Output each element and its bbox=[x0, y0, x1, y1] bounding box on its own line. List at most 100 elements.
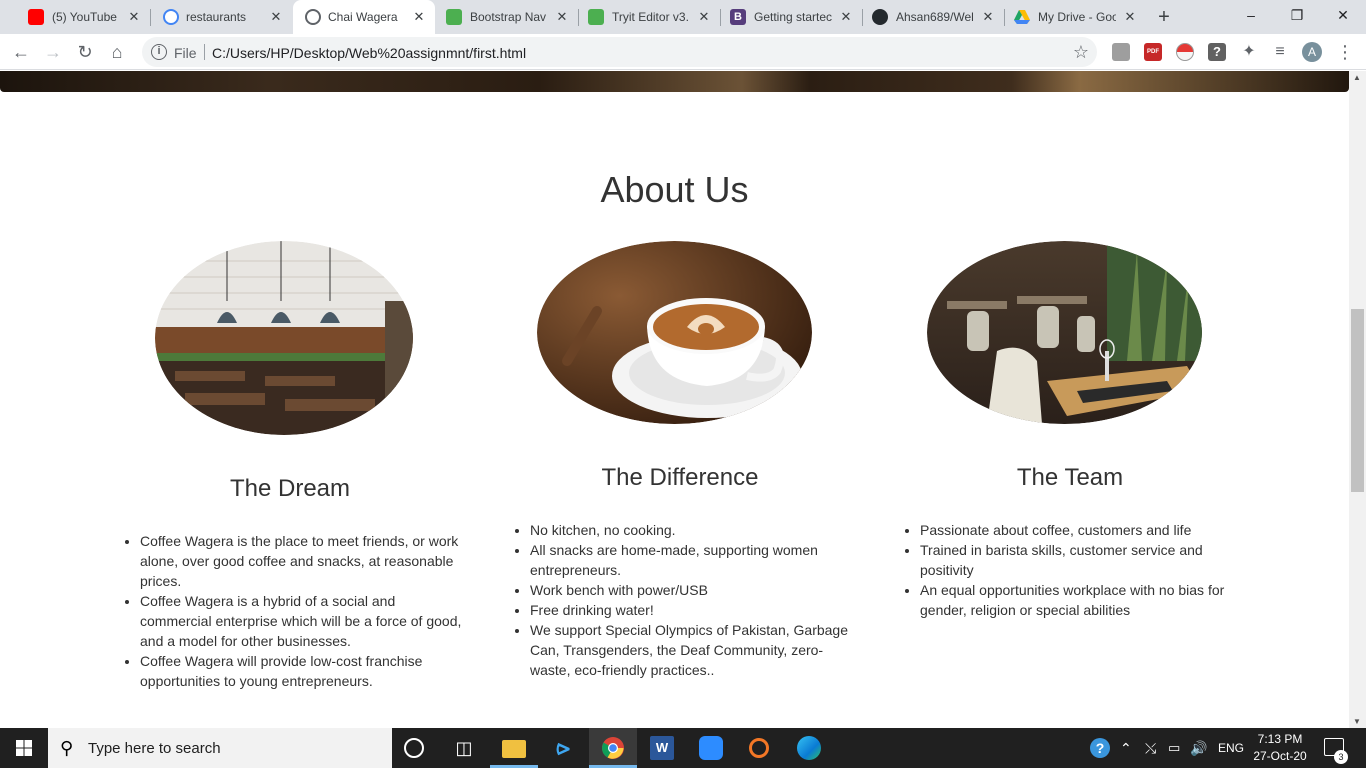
start-button[interactable] bbox=[0, 728, 48, 768]
list-item: Passionate about coffee, customers and l… bbox=[920, 520, 1250, 540]
bookmark-star-icon[interactable]: ☆ bbox=[1073, 42, 1089, 63]
word-icon[interactable]: W bbox=[650, 736, 674, 760]
show-hidden-icons-chevron-icon[interactable]: ⌃ bbox=[1120, 728, 1132, 768]
tab-title: Tryit Editor v3. bbox=[612, 10, 688, 24]
back-button[interactable]: ← bbox=[10, 41, 32, 63]
battery-icon[interactable]: ▭ bbox=[1168, 728, 1180, 768]
tab-chai-wagera[interactable]: Chai Wagera ✕ bbox=[293, 0, 435, 34]
media-queue-icon[interactable]: ≡ bbox=[1271, 43, 1289, 61]
address-divider bbox=[204, 44, 205, 60]
close-tab-icon[interactable]: ✕ bbox=[126, 9, 142, 25]
clock-date: 27-Oct-20 bbox=[1253, 749, 1307, 763]
jupyter-icon[interactable] bbox=[749, 738, 769, 758]
tab-youtube[interactable]: (5) YouTube ✕ bbox=[8, 0, 150, 34]
home-button[interactable]: ⌂ bbox=[106, 41, 128, 63]
zoom-icon[interactable] bbox=[699, 736, 723, 760]
browser-toolbar: ← → ↻ ⌂ i File C:/Users/HP/Desktop/Web%2… bbox=[0, 34, 1366, 70]
search-placeholder: Type here to search bbox=[88, 740, 221, 757]
file-scheme-label: File bbox=[174, 45, 197, 61]
tab-bootstrap-nav[interactable]: Bootstrap Nav ✕ bbox=[436, 0, 578, 34]
difference-list: No kitchen, no cooking. All snacks are h… bbox=[500, 520, 860, 680]
scroll-up-arrow-icon[interactable]: ▲ bbox=[1353, 73, 1361, 82]
url-text[interactable]: C:/Users/HP/Desktop/Web%20assignmnt/firs… bbox=[212, 45, 526, 61]
close-tab-icon[interactable]: ✕ bbox=[554, 9, 570, 25]
list-item: An equal opportunities workplace with no… bbox=[920, 580, 1250, 620]
reload-button[interactable]: ↻ bbox=[74, 41, 96, 63]
cafe-tables-photo bbox=[927, 241, 1202, 424]
info-icon[interactable]: i bbox=[151, 44, 167, 60]
github-icon bbox=[872, 9, 888, 25]
extensions-puzzle-icon[interactable]: ✦ bbox=[1240, 43, 1258, 61]
profile-avatar[interactable]: A bbox=[1302, 42, 1322, 62]
list-item: Coffee Wagera is a hybrid of a social an… bbox=[140, 591, 470, 651]
close-tab-icon[interactable]: ✕ bbox=[268, 9, 284, 25]
team-list: Passionate about coffee, customers and l… bbox=[890, 520, 1250, 620]
list-item: Coffee Wagera will provide low-cost fran… bbox=[140, 651, 470, 691]
tab-tryit-editor[interactable]: Tryit Editor v3. ✕ bbox=[578, 0, 720, 34]
list-item: We support Special Olympics of Pakistan,… bbox=[530, 620, 860, 680]
dream-list: Coffee Wagera is the place to meet frien… bbox=[110, 531, 470, 691]
google-icon bbox=[163, 9, 179, 25]
pokeball-extension-icon[interactable] bbox=[1176, 43, 1194, 61]
address-bar[interactable]: i File C:/Users/HP/Desktop/Web%20assignm… bbox=[142, 37, 1097, 67]
tab-title: Getting startec bbox=[754, 10, 832, 24]
google-drive-icon bbox=[1014, 10, 1030, 24]
taskbar-search-box[interactable]: ⚲ Type here to search bbox=[48, 728, 392, 768]
tab-restaurants[interactable]: restaurants ba ✕ bbox=[150, 0, 292, 34]
close-tab-icon[interactable]: ✕ bbox=[411, 9, 427, 25]
language-indicator[interactable]: ENG bbox=[1218, 728, 1244, 768]
acrobat-extension-icon[interactable] bbox=[1112, 43, 1130, 61]
scroll-down-arrow-icon[interactable]: ▼ bbox=[1353, 717, 1361, 726]
help-tray-icon[interactable]: ? bbox=[1090, 738, 1110, 758]
search-icon: ⚲ bbox=[60, 738, 74, 758]
minimize-button[interactable]: – bbox=[1228, 0, 1274, 30]
cortana-icon[interactable] bbox=[404, 738, 424, 758]
about-us-heading: About Us bbox=[600, 169, 749, 210]
new-tab-button[interactable]: + bbox=[1154, 7, 1174, 27]
page-scrollbar[interactable]: ▲ ▼ bbox=[1349, 71, 1366, 728]
tab-getting-started[interactable]: B Getting startec ✕ bbox=[720, 0, 862, 34]
bootstrap-icon: B bbox=[730, 9, 746, 25]
tab-title: Ahsan689/Wel bbox=[896, 10, 974, 24]
file-explorer-icon[interactable] bbox=[502, 740, 526, 758]
tab-title: (5) YouTube bbox=[52, 10, 117, 24]
tab-title: restaurants ba bbox=[186, 10, 248, 24]
clock-time: 7:13 PM bbox=[1257, 732, 1303, 746]
tab-title: Chai Wagera bbox=[328, 10, 398, 24]
tab-github[interactable]: Ahsan689/Wel ✕ bbox=[862, 0, 1004, 34]
help-extension-icon[interactable]: ? bbox=[1208, 43, 1226, 61]
latte-art-cup-photo bbox=[537, 241, 812, 424]
notification-count-badge: 3 bbox=[1334, 750, 1348, 764]
tab-title: Bootstrap Nav bbox=[470, 10, 547, 24]
vscode-icon[interactable]: ⪧ bbox=[551, 736, 575, 760]
forward-button[interactable]: → bbox=[42, 41, 64, 63]
close-tab-icon[interactable]: ✕ bbox=[838, 9, 854, 25]
list-item: No kitchen, no cooking. bbox=[530, 520, 860, 540]
chrome-icon[interactable] bbox=[601, 736, 625, 760]
close-tab-icon[interactable]: ✕ bbox=[1122, 9, 1138, 25]
globe-icon bbox=[305, 9, 321, 25]
volume-icon[interactable]: 🔊 bbox=[1190, 728, 1207, 768]
list-item: Work bench with power/USB bbox=[530, 580, 860, 600]
pdf-extension-icon[interactable]: PDF bbox=[1144, 43, 1162, 61]
taskbar-clock[interactable]: 7:13 PM 27-Oct-20 bbox=[1244, 731, 1316, 765]
w3schools-icon bbox=[588, 9, 604, 25]
hero-image-bottom bbox=[0, 71, 1349, 92]
list-item: All snacks are home-made, supporting wom… bbox=[530, 540, 860, 580]
close-tab-icon[interactable]: ✕ bbox=[696, 9, 712, 25]
wifi-icon[interactable]: ⤯ bbox=[1145, 728, 1156, 768]
scrollbar-thumb[interactable] bbox=[1351, 309, 1364, 492]
team-heading: The Team bbox=[1016, 464, 1124, 491]
restore-button[interactable]: ❐ bbox=[1274, 0, 1320, 30]
browser-menu-icon[interactable]: ⋮ bbox=[1336, 41, 1354, 63]
tab-title: My Drive - Goo bbox=[1038, 10, 1116, 24]
browser-tab-strip: (5) YouTube ✕ restaurants ba ✕ Chai Wage… bbox=[0, 0, 1366, 34]
edge-icon[interactable] bbox=[797, 736, 821, 760]
windows-taskbar: ⚲ Type here to search ◫ ⪧ W ? ⌃ ⤯ ▭ 🔊 EN… bbox=[0, 728, 1366, 768]
close-tab-icon[interactable]: ✕ bbox=[980, 9, 996, 25]
task-view-icon[interactable]: ◫ bbox=[452, 736, 476, 760]
close-window-button[interactable]: ✕ bbox=[1320, 0, 1366, 30]
tab-google-drive[interactable]: My Drive - Goo ✕ bbox=[1004, 0, 1146, 34]
list-item: Free drinking water! bbox=[530, 600, 860, 620]
list-item: Trained in barista skills, customer serv… bbox=[920, 540, 1250, 580]
